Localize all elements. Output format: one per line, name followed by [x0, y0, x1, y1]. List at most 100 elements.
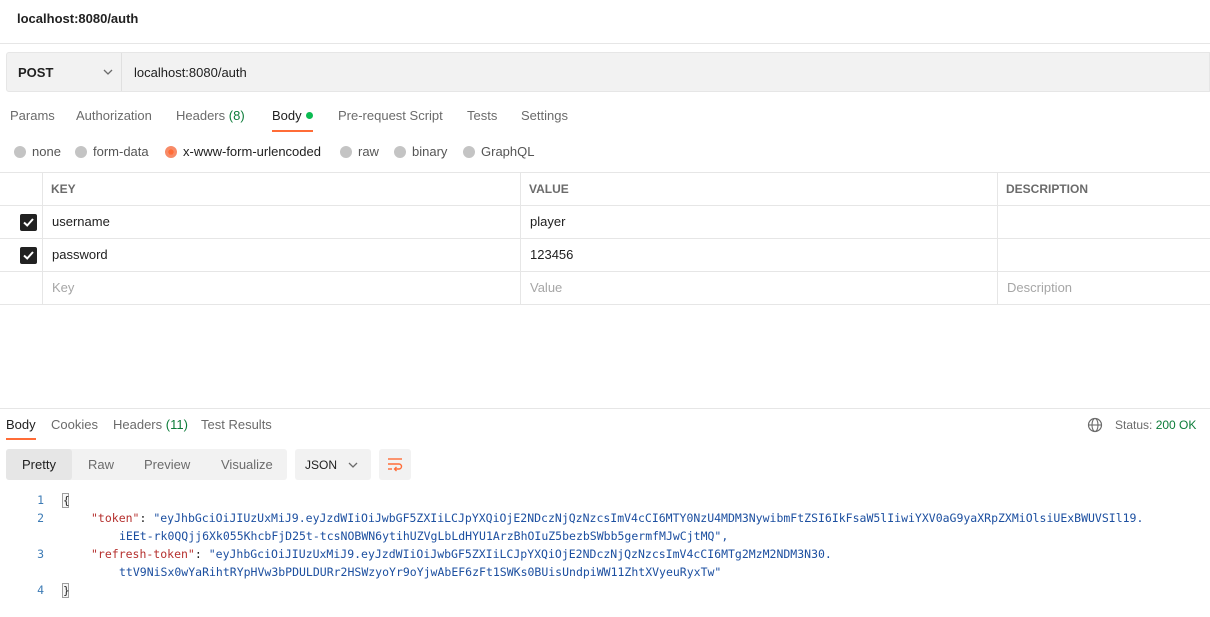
column-divider: [997, 272, 998, 304]
table-header-row: KEY VALUE DESCRIPTION: [0, 173, 1210, 206]
chevron-down-icon: [348, 462, 358, 468]
response-tab-headers[interactable]: Headers (11): [113, 417, 188, 432]
header-description: DESCRIPTION: [1006, 182, 1089, 196]
wrap-lines-button[interactable]: [379, 449, 411, 480]
table-row: username player: [0, 206, 1210, 239]
json-key: "refresh-token": [91, 547, 195, 561]
code-line: "token": "eyJhbGciOiJIUzUxMiJ9.eyJzdWIiO…: [91, 511, 1144, 525]
view-mode-toggle: Pretty Raw Preview Visualize: [6, 449, 287, 480]
description-placeholder-input[interactable]: Description: [1007, 272, 1072, 304]
radio-circle: [14, 145, 26, 158]
line-number: 1: [37, 493, 44, 507]
tab-params[interactable]: Params: [10, 108, 55, 123]
radio-circle: [394, 145, 406, 158]
status-value: 200 OK: [1155, 418, 1197, 432]
row-key[interactable]: password: [52, 239, 108, 271]
column-divider: [520, 206, 521, 238]
table-row: password 123456: [0, 239, 1210, 272]
radio-raw[interactable]: raw: [340, 144, 379, 159]
json-key: "token": [91, 511, 140, 525]
column-divider: [520, 239, 521, 271]
radio-form-data[interactable]: form-data: [75, 144, 149, 159]
radio-raw-label: raw: [358, 144, 379, 159]
url-input[interactable]: localhost:8080/auth: [134, 65, 247, 80]
tab-body[interactable]: Body: [272, 108, 313, 132]
radio-circle: [340, 145, 352, 158]
body-indicator-dot: [305, 112, 313, 120]
row-value[interactable]: player: [530, 206, 565, 238]
key-placeholder-input[interactable]: Key: [52, 272, 74, 304]
row-checkbox[interactable]: [20, 214, 37, 231]
response-divider[interactable]: [0, 408, 1210, 409]
response-tab-cookies[interactable]: Cookies: [51, 417, 98, 432]
row-value[interactable]: 123456: [530, 239, 573, 271]
view-preview-button[interactable]: Preview: [144, 449, 190, 480]
response-tab-headers-count: (11): [165, 417, 188, 432]
header-key: KEY: [51, 182, 76, 196]
column-divider: [997, 173, 998, 205]
view-raw-button[interactable]: Raw: [88, 449, 114, 480]
radio-graphql-label: GraphQL: [481, 144, 535, 159]
line-number: 4: [37, 583, 44, 597]
radio-circle-selected: [165, 145, 177, 158]
response-status[interactable]: Status: 200 OK: [1115, 418, 1196, 432]
globe-icon[interactable]: [1087, 417, 1103, 433]
radio-circle: [75, 145, 87, 158]
code-line: "refresh-token": "eyJhbGciOiJIUzUxMiJ9.e…: [91, 547, 832, 561]
view-pretty-button[interactable]: Pretty: [6, 449, 72, 480]
column-divider: [997, 239, 998, 271]
tab-body-label: Body: [272, 108, 302, 123]
tab-settings[interactable]: Settings: [521, 108, 568, 123]
tab-tests[interactable]: Tests: [467, 108, 497, 123]
response-tab-test-results[interactable]: Test Results: [201, 417, 272, 432]
radio-graphql[interactable]: GraphQL: [463, 144, 534, 159]
url-bar: POST localhost:8080/auth: [6, 52, 1210, 92]
params-table: KEY VALUE DESCRIPTION username player pa…: [0, 172, 1210, 305]
response-tab-headers-label: Headers: [113, 417, 163, 432]
row-key[interactable]: username: [52, 206, 110, 238]
radio-form-data-label: form-data: [93, 144, 149, 159]
column-divider: [42, 173, 43, 205]
column-divider: [42, 272, 43, 304]
json-string-continued: ttV9NiSx0wYaRihtRYpHVw3bPDULDURr2HSWzyoY…: [119, 565, 722, 579]
radio-urlencoded[interactable]: x-www-form-urlencoded: [165, 144, 321, 159]
tab-headers[interactable]: Headers (8): [176, 108, 245, 123]
column-divider: [520, 272, 521, 304]
radio-circle: [463, 145, 475, 158]
radio-urlencoded-label: x-www-form-urlencoded: [183, 144, 321, 159]
response-tabs: Body Cookies Headers (11) Test Results: [0, 417, 1210, 443]
table-row-new: Key Value Description: [0, 272, 1210, 305]
value-placeholder-input[interactable]: Value: [530, 272, 562, 304]
column-divider: [997, 206, 998, 238]
view-visualize-button[interactable]: Visualize: [221, 449, 273, 480]
line-number: 2: [37, 511, 44, 525]
wrap-lines-icon: [388, 458, 403, 472]
header-value: VALUE: [529, 182, 569, 196]
body-type-selector: none form-data x-www-form-urlencoded raw…: [0, 142, 1210, 162]
column-divider: [42, 239, 43, 271]
response-tab-body[interactable]: Body: [6, 417, 36, 440]
fold-brace-open[interactable]: {: [62, 493, 70, 508]
request-title[interactable]: localhost:8080/auth: [17, 11, 138, 26]
row-checkbox[interactable]: [20, 247, 37, 264]
tab-authorization[interactable]: Authorization: [76, 108, 152, 123]
status-label: Status:: [1115, 418, 1153, 432]
chevron-down-icon: [103, 69, 113, 75]
method-select[interactable]: POST: [7, 53, 122, 91]
radio-binary[interactable]: binary: [394, 144, 447, 159]
method-label: POST: [18, 65, 54, 80]
radio-none[interactable]: none: [14, 144, 61, 159]
radio-none-label: none: [32, 144, 61, 159]
tab-prerequest-script[interactable]: Pre-request Script: [338, 108, 443, 123]
format-label: JSON: [305, 458, 338, 472]
tab-headers-label: Headers: [176, 108, 226, 123]
line-number: 3: [37, 547, 44, 561]
checkmark-icon: [23, 251, 34, 260]
fold-brace-close[interactable]: }: [62, 583, 70, 598]
tab-headers-count: (8): [228, 108, 245, 123]
json-string: "eyJhbGciOiJIUzUxMiJ9.eyJzdWIiOiJwbGF5ZX…: [153, 511, 1144, 525]
format-select[interactable]: JSON: [295, 449, 371, 480]
request-title-bar: localhost:8080/auth: [0, 0, 1210, 44]
radio-binary-label: binary: [412, 144, 448, 159]
column-divider: [520, 173, 521, 205]
